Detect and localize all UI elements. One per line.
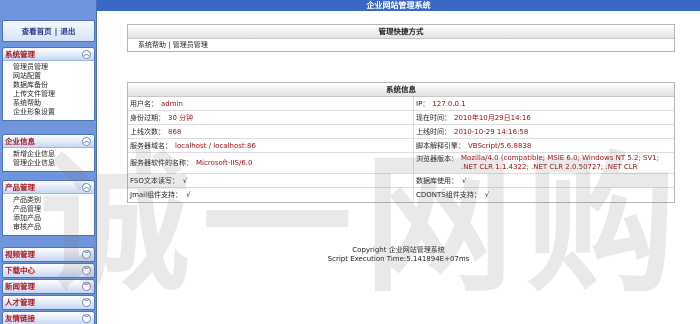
chevron-down-icon[interactable]: ﹀ (82, 314, 91, 323)
chevron-down-icon[interactable]: ﹀ (82, 282, 91, 291)
browser-version-value: Mozilla/4.0 (compatible; MSIE 6.0; Windo… (461, 154, 660, 173)
ip-value: 127.0.0.1 (432, 99, 466, 108)
info-row: 服务器软件的名称： Microsoft-IIS/6.0 浏览器版本： Mozilla… (128, 153, 674, 174)
fso-check: √ (182, 176, 188, 185)
menu-group-header[interactable]: 企业信息 ︿ (3, 135, 94, 148)
menu-group-links: 友情链接 ﹀ (2, 311, 95, 324)
menu-group-news: 新闻管理 ﹀ (2, 279, 95, 294)
system-info-title: 系统信息 (128, 83, 674, 97)
menu-group-title: 系统管理 (5, 49, 35, 59)
database-check: √ (462, 176, 467, 185)
session-expiry-value: 30 分钟 (168, 113, 194, 122)
info-label: 现在时间： (416, 113, 451, 122)
info-row: FSO文本读写： √ 数据库使用： √ (128, 174, 674, 188)
home-link[interactable]: 查看首页 (22, 26, 52, 37)
info-label: 用户名： (130, 99, 158, 108)
chevron-down-icon[interactable]: ﹀ (82, 266, 91, 275)
chevron-up-icon[interactable]: ︿ (82, 136, 91, 146)
info-label: 服务器域名： (130, 141, 172, 150)
cdonts-check: √ (484, 191, 490, 199)
chevron-up-icon[interactable]: ︿ (82, 182, 91, 192)
copyright-text: Copyright 企业网站管理系统 (352, 246, 445, 254)
menu-group-header[interactable]: 新闻管理 ﹀ (3, 280, 94, 293)
info-label: Jmail组件支持： (130, 191, 183, 199)
script-engine-value: VBScript/5.6.8838 (468, 141, 532, 150)
menu-item-db-backup[interactable]: 数据库备份 (13, 81, 94, 90)
info-label: 脚本解释引擎： (416, 141, 465, 150)
menu-group-talent: 人才管理 ﹀ (2, 295, 95, 310)
login-time-value: 2010-10-29 14:16:58 (454, 127, 529, 136)
info-row: 上线次数： 868 上线时间： 2010-10-29 14:16:58 (128, 125, 674, 139)
jmail-check: √ (186, 191, 191, 199)
execution-time-text: Script Execution Time:5.141894E+07ms (327, 255, 470, 263)
sidebar-top-links: 查看首页 | 退出 (2, 20, 95, 42)
info-label: 数据库使用： (416, 176, 458, 185)
menu-group-video: 视频管理 ﹀ (2, 247, 95, 262)
menu-group-header[interactable]: 视频管理 ﹀ (3, 248, 94, 261)
system-info-panel: 系统信息 用户名： admin IP： 127.0.0.1 身份过期： 30 分钟 现… (127, 82, 675, 203)
info-label: FSO文本读写： (130, 176, 179, 185)
menu-group-header[interactable]: 人才管理 ﹀ (3, 296, 94, 309)
info-label: 浏览器版本： (416, 155, 458, 163)
quick-links-title: 管理快捷方式 (128, 25, 674, 39)
footer: Copyright 企业网站管理系统 Script Execution Time… (97, 246, 700, 264)
chevron-down-icon[interactable]: ﹀ (82, 298, 91, 307)
info-row: 身份过期： 30 分钟 现在时间： 2010年10月29日14:16 (128, 111, 674, 125)
info-label: IP： (416, 99, 430, 108)
menu-item-manage-company-info[interactable]: 管理企业信息 (13, 159, 94, 168)
menu-group-header[interactable]: 系统管理 ︿ (3, 48, 94, 61)
menu-item-admin[interactable]: 管理员管理 (13, 63, 94, 72)
menu-group-header[interactable]: 下载中心 ﹀ (3, 264, 94, 277)
menu-group-title: 下载中心 (5, 266, 35, 275)
info-label: 身份过期： (130, 113, 165, 122)
menu-item-add-product[interactable]: 添加产品 (13, 214, 94, 223)
menu-group-system: 系统管理 ︿ 管理员管理 网站配置 数据库备份 上传文件管理 系统帮助 企业形象… (2, 47, 95, 121)
quick-links-panel: 管理快捷方式 系统帮助 | 管理员管理 (127, 24, 675, 52)
menu-group-title: 视频管理 (5, 250, 35, 259)
info-label: 上线次数： (130, 127, 165, 136)
menu-item-help[interactable]: 系统帮助 (13, 99, 94, 108)
menu-group-downloads: 下载中心 ﹀ (2, 263, 95, 278)
link-separator: | (54, 26, 58, 36)
logout-link[interactable]: 退出 (60, 26, 75, 37)
main-content: 企业网站管理系统 管理快捷方式 系统帮助 | 管理员管理 系统信息 用户名： ad… (97, 0, 700, 324)
server-software-value: Microsoft-IIS/6.0 (196, 159, 253, 167)
chevron-up-icon[interactable]: ︿ (82, 49, 91, 59)
info-label: 服务器软件的名称： (130, 159, 193, 167)
info-label: 上线时间： (416, 127, 451, 136)
menu-item-product-category[interactable]: 产品类别 (13, 196, 94, 205)
info-row: Jmail组件支持： √ CDONTS组件支持： √ (128, 188, 674, 202)
chevron-down-icon[interactable]: ﹀ (82, 250, 91, 259)
info-row: 服务器域名： localhost / localhost:86 脚本解释引擎： VB… (128, 139, 674, 153)
quick-links[interactable]: 系统帮助 | 管理员管理 (128, 39, 674, 51)
server-domain-value: localhost / localhost:86 (175, 141, 256, 150)
menu-group-title: 企业信息 (5, 136, 35, 146)
menu-item-add-company-info[interactable]: 新增企业信息 (13, 150, 94, 159)
menu-item-upload-files[interactable]: 上传文件管理 (13, 90, 94, 99)
menu-group-title: 人才管理 (5, 298, 35, 307)
menu-group-header[interactable]: 友情链接 ﹀ (3, 312, 94, 324)
menu-group-title: 友情链接 (5, 314, 35, 323)
menu-group-header[interactable]: 产品管理 ︿ (3, 181, 94, 194)
menu-group-title: 产品管理 (5, 182, 35, 192)
menu-item-brand[interactable]: 企业形象设置 (13, 108, 94, 117)
menu-group-title: 新闻管理 (5, 282, 35, 291)
info-row: 用户名： admin IP： 127.0.0.1 (128, 97, 674, 111)
menu-group-company: 企业信息 ︿ 新增企业信息 管理企业信息 (2, 134, 95, 172)
page-title: 企业网站管理系统 (97, 0, 700, 11)
info-label: CDONTS组件支持： (416, 191, 481, 199)
current-time-value: 2010年10月29日14:16 (454, 113, 531, 122)
username-value: admin (161, 99, 183, 108)
login-count-value: 868 (168, 127, 182, 136)
menu-item-site-config[interactable]: 网站配置 (13, 72, 94, 81)
sidebar: 查看首页 | 退出 系统管理 ︿ 管理员管理 网站配置 数据库备份 上传文件管理… (0, 0, 97, 324)
menu-group-products: 产品管理 ︿ 产品类别 产品管理 添加产品 审核产品 (2, 180, 95, 236)
menu-item-product-manage[interactable]: 产品管理 (13, 205, 94, 214)
menu-item-review-product[interactable]: 审核产品 (13, 223, 94, 232)
